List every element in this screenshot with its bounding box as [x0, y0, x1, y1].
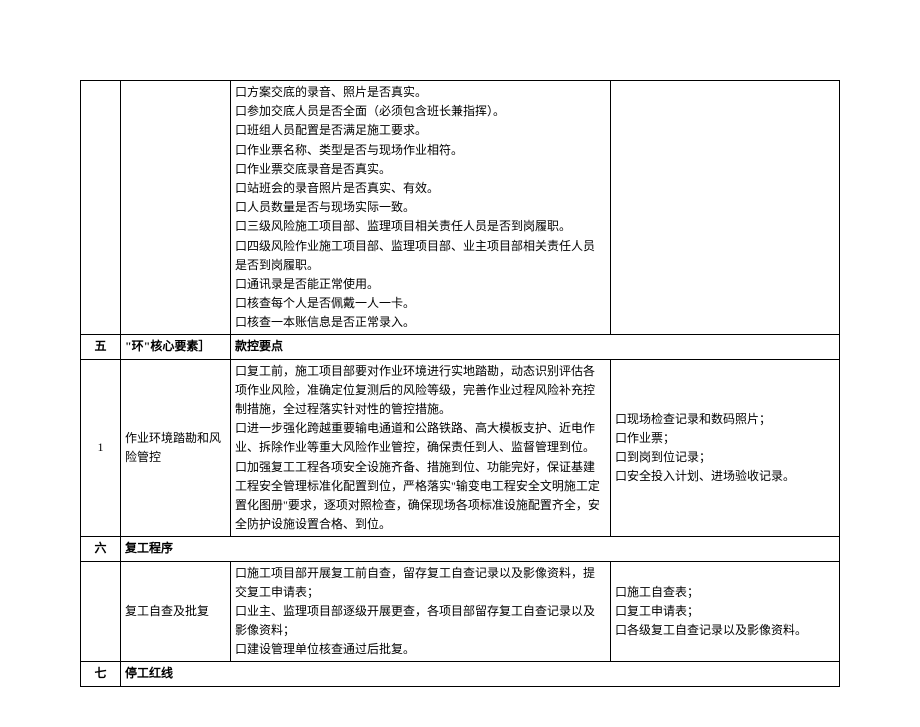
checklist-table: 方案交底的录音、照片是否真实。 参加交底人员是否全面（必须包含班长兼指挥）。 班…: [80, 80, 840, 687]
section-header-row: 七 停工红线: [81, 662, 840, 686]
check-item: 方案交底的录音、照片是否真实。: [235, 83, 606, 102]
check-item: 核查每个人是否佩戴一人一卡。: [235, 294, 606, 313]
row-remark-cell: 施工自查表； 复工申请表； 各级复工自查记录以及影像资料。: [611, 561, 840, 662]
section-name: 停工红线: [121, 662, 840, 686]
section-name: 复工程序: [121, 537, 840, 561]
row-content-cell: 方案交底的录音、照片是否真实。 参加交底人员是否全面（必须包含班长兼指挥）。 班…: [231, 81, 611, 335]
row-name-cell: 作业环境踏勘和风险管控: [121, 359, 231, 537]
remark-item: 安全投入计划、进场验收记录。: [615, 467, 835, 486]
remark-item: 现场检查记录和数码照片；: [615, 410, 835, 429]
remark-item: 作业票；: [615, 429, 835, 448]
check-item: 班组人员配置是否满足施工要求。: [235, 121, 606, 140]
remark-item: 施工自查表；: [615, 583, 835, 602]
row-name-cell: [121, 81, 231, 335]
remark-item: 各级复工自查记录以及影像资料。: [615, 621, 835, 640]
table-row: 复工自查及批复 施工项目部开展复工前自查，留存复工自查记录以及影像资料，提交复工…: [81, 561, 840, 662]
check-item: 加强复工工程各项安全设施齐备、措施到位、功能完好，保证基建工程安全管理标准化配置…: [235, 458, 606, 535]
row-num-cell: 1: [81, 359, 121, 537]
section-num: 五: [81, 335, 121, 359]
section-title: 款控要点: [231, 335, 840, 359]
section-header-row: 五 "环"核心要素］ 款控要点: [81, 335, 840, 359]
check-item: 复工前，施工项目部要对作业环境进行实地踏勘，动态识别评估各项作业风险，准确定位复…: [235, 362, 606, 420]
section-name: "环"核心要素］: [121, 335, 231, 359]
remark-item: 到岗到位记录；: [615, 448, 835, 467]
remark-item: 复工申请表；: [615, 602, 835, 621]
section-num: 六: [81, 537, 121, 561]
check-item: 四级风险作业施工项目部、监理项目部、业主项目部相关责任人员是否到岗履职。: [235, 237, 606, 275]
check-item: 建设管理单位核查通过后批复。: [235, 640, 606, 659]
check-item: 人员数量是否与现场实际一致。: [235, 198, 606, 217]
check-item: 参加交底人员是否全面（必须包含班长兼指挥）。: [235, 102, 606, 121]
check-item: 通讯录是否能正常使用。: [235, 275, 606, 294]
check-item: 核查一本账信息是否正常录入。: [235, 313, 606, 332]
table-row: 1 作业环境踏勘和风险管控 复工前，施工项目部要对作业环境进行实地踏勘，动态识别…: [81, 359, 840, 537]
row-num-cell: [81, 561, 121, 662]
section-header-row: 六 复工程序: [81, 537, 840, 561]
row-remark-cell: [611, 81, 840, 335]
row-num-cell: [81, 81, 121, 335]
row-remark-cell: 现场检查记录和数码照片； 作业票； 到岗到位记录； 安全投入计划、进场验收记录。: [611, 359, 840, 537]
check-item: 施工项目部开展复工前自查，留存复工自查记录以及影像资料，提交复工申请表；: [235, 564, 606, 602]
table-row: 方案交底的录音、照片是否真实。 参加交底人员是否全面（必须包含班长兼指挥）。 班…: [81, 81, 840, 335]
check-item: 三级风险施工项目部、监理项目相关责任人员是否到岗履职。: [235, 217, 606, 236]
check-item: 业主、监理项目部逐级开展更查，各项目部留存复工自查记录以及影像资料；: [235, 602, 606, 640]
section-num: 七: [81, 662, 121, 686]
check-item: 进一步强化跨越重要输电通道和公路铁路、高大模板支护、近电作业、拆除作业等重大风险…: [235, 419, 606, 457]
row-content-cell: 施工项目部开展复工前自查，留存复工自查记录以及影像资料，提交复工申请表； 业主、…: [231, 561, 611, 662]
row-content-cell: 复工前，施工项目部要对作业环境进行实地踏勘，动态识别评估各项作业风险，准确定位复…: [231, 359, 611, 537]
check-item: 站班会的录音照片是否真实、有效。: [235, 179, 606, 198]
check-item: 作业票名称、类型是否与现场作业相符。: [235, 141, 606, 160]
check-item: 作业票交底录音是否真实。: [235, 160, 606, 179]
row-name-cell: 复工自查及批复: [121, 561, 231, 662]
